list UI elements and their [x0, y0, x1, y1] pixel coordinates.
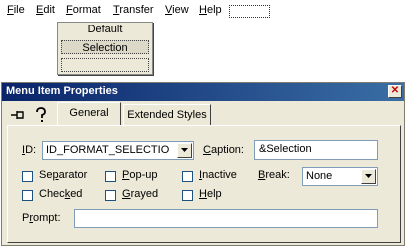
popup-checkbox[interactable]	[105, 171, 116, 182]
new-menu-item-placeholder[interactable]	[61, 58, 149, 72]
grayed-label: Grayed	[122, 188, 159, 200]
dialog-title: Menu Item Properties	[6, 85, 118, 97]
pin-icon[interactable]	[10, 109, 26, 123]
id-label: ID:	[22, 144, 37, 156]
prompt-label: Prompt:	[22, 212, 61, 224]
caption-label: Caption:	[203, 144, 244, 156]
id-value: ID_FORMAT_SELECTIO	[46, 144, 170, 156]
menu-help[interactable]: Help	[199, 4, 222, 16]
separator-label: Separator	[39, 169, 88, 181]
chevron-down-icon	[365, 174, 372, 178]
break-label: Break:	[258, 169, 290, 181]
popup-label: Pop-up	[122, 169, 158, 181]
id-dropdown-button[interactable]	[177, 143, 192, 158]
menu-file[interactable]: File	[7, 4, 25, 16]
menu-transfer[interactable]: Transfer	[113, 4, 154, 16]
format-dropdown: Default Selection	[57, 22, 153, 75]
menu-item-default[interactable]: Default	[61, 25, 149, 35]
inactive-label: Inactive	[199, 169, 237, 181]
close-button[interactable]: ✕	[388, 85, 402, 98]
checked-label: Checked	[39, 188, 83, 200]
menu-view[interactable]: View	[165, 4, 189, 16]
break-combobox[interactable]: None	[302, 167, 378, 186]
caption-value: &Selection	[259, 143, 312, 155]
title-bar: Menu Item Properties ✕	[2, 83, 404, 101]
grayed-checkbox[interactable]	[105, 190, 116, 201]
new-menu-placeholder[interactable]	[229, 5, 270, 18]
separator-checkbox[interactable]	[22, 171, 33, 182]
id-combobox[interactable]: ID_FORMAT_SELECTIO	[42, 141, 194, 160]
menu-edit[interactable]: Edit	[36, 4, 55, 16]
caption-input[interactable]: &Selection	[254, 140, 378, 160]
help-label: Help	[199, 188, 222, 200]
break-dropdown-button[interactable]	[361, 169, 376, 184]
break-value: None	[306, 170, 333, 182]
chevron-down-icon	[181, 148, 188, 152]
tab-extended-styles[interactable]: Extended Styles	[123, 104, 211, 125]
help-icon[interactable]	[35, 107, 47, 126]
menu-item-selection[interactable]: Selection	[61, 40, 149, 54]
help-checkbox[interactable]	[182, 190, 193, 201]
prompt-input[interactable]	[74, 209, 378, 228]
menu-format[interactable]: Format	[66, 4, 101, 16]
inactive-checkbox[interactable]	[182, 171, 193, 182]
checked-checkbox[interactable]	[22, 190, 33, 201]
menu-bar: File Edit Format Transfer View Help	[0, 0, 411, 22]
tab-general[interactable]: General	[57, 102, 121, 125]
menu-item-properties-dialog: Menu Item Properties ✕ General Extended …	[1, 82, 405, 246]
